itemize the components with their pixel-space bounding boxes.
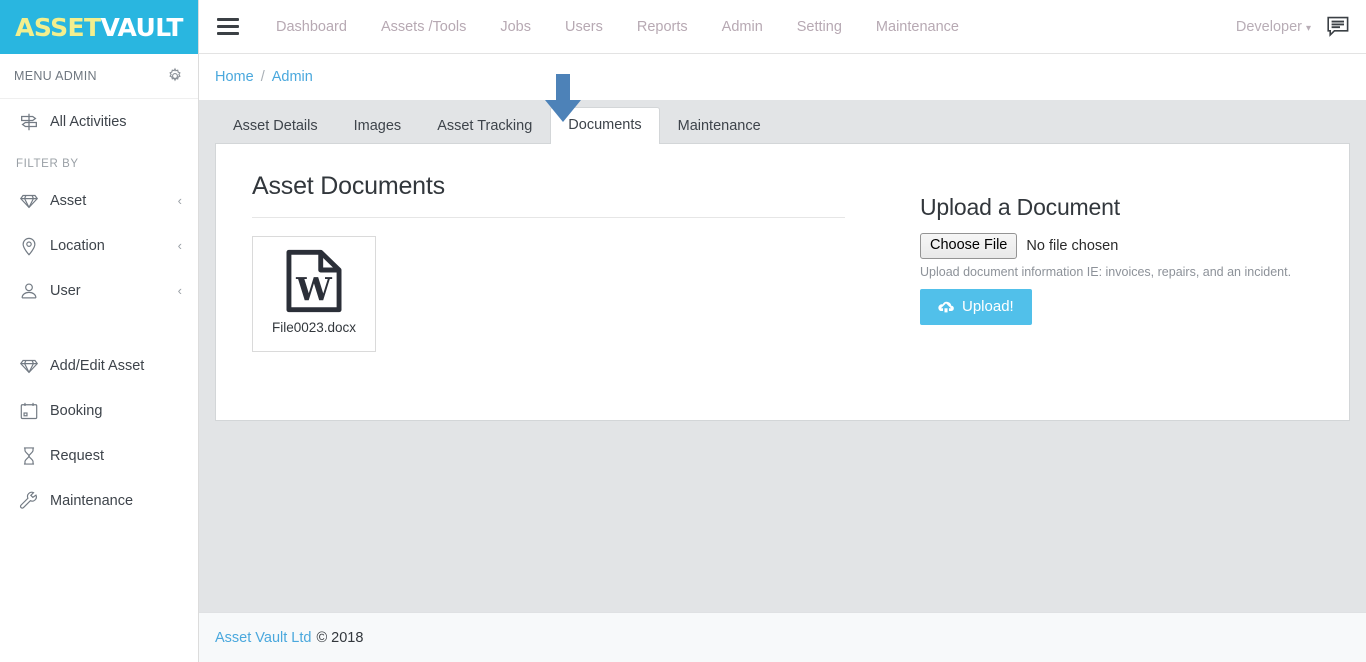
logo-text-asset: ASSET — [15, 12, 101, 42]
user-menu-developer[interactable]: Developer ▾ — [1236, 19, 1311, 35]
sidebar-item-label: User — [50, 282, 81, 299]
word-file-icon: W — [284, 248, 344, 314]
nav-item-admin[interactable]: Admin — [705, 19, 780, 35]
sidebar-item-all-activities[interactable]: All Activities — [0, 99, 198, 144]
nav-item-users[interactable]: Users — [548, 19, 620, 35]
sidebar-item-label: All Activities — [50, 113, 127, 130]
logo-text-vault: VAULT — [100, 12, 183, 42]
upload-button[interactable]: Upload! — [920, 289, 1032, 326]
hamburger-bar — [217, 18, 239, 21]
sidebar-item-user[interactable]: User ‹ — [0, 268, 198, 313]
hamburger-icon[interactable] — [217, 18, 239, 35]
chevron-left-icon[interactable]: ‹ — [178, 283, 182, 298]
file-input-row: Choose File No file chosen — [920, 233, 1313, 260]
gear-icon[interactable] — [166, 67, 184, 85]
tab-images[interactable]: Images — [336, 109, 420, 143]
sidebar-item-request[interactable]: Request — [0, 433, 198, 478]
menu-admin-header: MENU ADMIN — [0, 54, 198, 99]
choose-file-button[interactable]: Choose File — [920, 233, 1018, 260]
topbar-right-group: Developer ▾ — [1236, 15, 1366, 39]
tab-documents[interactable]: Documents — [550, 107, 660, 144]
calendar-icon — [18, 400, 50, 422]
nav-item-dashboard[interactable]: Dashboard — [259, 19, 364, 35]
chevron-left-icon[interactable]: ‹ — [178, 238, 182, 253]
sidebar-item-label: Asset — [50, 192, 87, 209]
breadcrumb: Home / Admin — [199, 54, 1366, 100]
hourglass-icon — [18, 445, 50, 467]
map-pin-icon — [18, 235, 50, 257]
nav-item-assets-tools[interactable]: Assets /Tools — [364, 19, 483, 35]
nav-item-jobs[interactable]: Jobs — [483, 19, 548, 35]
top-navbar: Dashboard Assets /Tools Jobs Users Repor… — [199, 0, 1366, 54]
selected-file-name: No file chosen — [1026, 238, 1119, 255]
breadcrumb-item-admin[interactable]: Admin — [272, 69, 313, 85]
breadcrumb-item-home[interactable]: Home — [215, 69, 254, 85]
app-logo[interactable]: ASSETVAULT — [0, 0, 198, 54]
tab-bar: Asset Details Images Asset Tracking Docu… — [215, 100, 1350, 144]
sidebar-item-label: Request — [50, 447, 105, 464]
upload-document-section: Upload a Document Choose File No file ch… — [882, 172, 1313, 392]
hamburger-bar — [217, 32, 239, 35]
chevron-left-icon[interactable]: ‹ — [178, 193, 182, 208]
logo-text: ASSETVAULT — [15, 15, 183, 40]
document-file-name: File0023.docx — [271, 320, 357, 335]
signpost-icon — [18, 111, 50, 133]
breadcrumb-separator: / — [260, 69, 265, 85]
footer: Asset Vault Ltd © 2018 — [199, 612, 1366, 662]
sidebar-item-maintenance[interactable]: Maintenance — [0, 478, 198, 523]
asset-documents-section: Asset Documents W File0023.docx — [252, 172, 882, 392]
sidebar-item-label: Booking — [50, 402, 103, 419]
sidebar: ASSETVAULT MENU ADMIN All Activities FIL… — [0, 0, 199, 662]
message-bubble-icon[interactable] — [1325, 15, 1351, 39]
nav-item-reports[interactable]: Reports — [620, 19, 705, 35]
documents-panel: Asset Documents W File0023.docx Upload a… — [215, 143, 1350, 421]
section-divider — [252, 217, 845, 218]
footer-copyright: © 2018 — [316, 629, 364, 646]
sidebar-item-asset[interactable]: Asset ‹ — [0, 178, 198, 223]
chevron-down-icon: ▾ — [1305, 22, 1311, 34]
svg-text:W: W — [295, 272, 333, 309]
diamond-icon — [18, 190, 50, 212]
nav-item-setting[interactable]: Setting — [780, 19, 859, 35]
hamburger-bar — [217, 25, 239, 28]
tab-asset-details[interactable]: Asset Details — [215, 109, 336, 143]
upload-help-text: Upload document information IE: invoices… — [920, 265, 1292, 280]
filter-by-label: FILTER BY — [16, 158, 79, 170]
menu-admin-label: MENU ADMIN — [14, 69, 97, 83]
app-root: ASSETVAULT MENU ADMIN All Activities FIL… — [0, 0, 1366, 662]
user-menu-label: Developer — [1235, 18, 1302, 35]
diamond-icon — [18, 355, 50, 377]
page-title: Asset Documents — [252, 172, 445, 200]
document-file-card[interactable]: W File0023.docx — [252, 236, 376, 352]
wrench-icon — [18, 490, 50, 512]
main-nav: Dashboard Assets /Tools Jobs Users Repor… — [259, 19, 976, 35]
sidebar-item-booking[interactable]: Booking — [0, 388, 198, 433]
sidebar-item-location[interactable]: Location ‹ — [0, 223, 198, 268]
upload-button-label: Upload! — [962, 298, 1014, 316]
content-area: Asset Details Images Asset Tracking Docu… — [199, 100, 1366, 612]
upload-section-title: Upload a Document — [920, 194, 1120, 220]
sidebar-item-label: Maintenance — [50, 492, 134, 509]
sidebar-item-label: Location — [50, 237, 105, 254]
tab-maintenance[interactable]: Maintenance — [660, 109, 779, 143]
nav-item-maintenance[interactable]: Maintenance — [859, 19, 976, 35]
tab-asset-tracking[interactable]: Asset Tracking — [419, 109, 550, 143]
cloud-upload-icon — [937, 300, 962, 314]
user-icon — [18, 280, 50, 302]
sidebar-item-label: Add/Edit Asset — [50, 357, 145, 374]
footer-company-link[interactable]: Asset Vault Ltd — [215, 630, 311, 646]
sidebar-item-add-edit-asset[interactable]: Add/Edit Asset — [0, 343, 198, 388]
